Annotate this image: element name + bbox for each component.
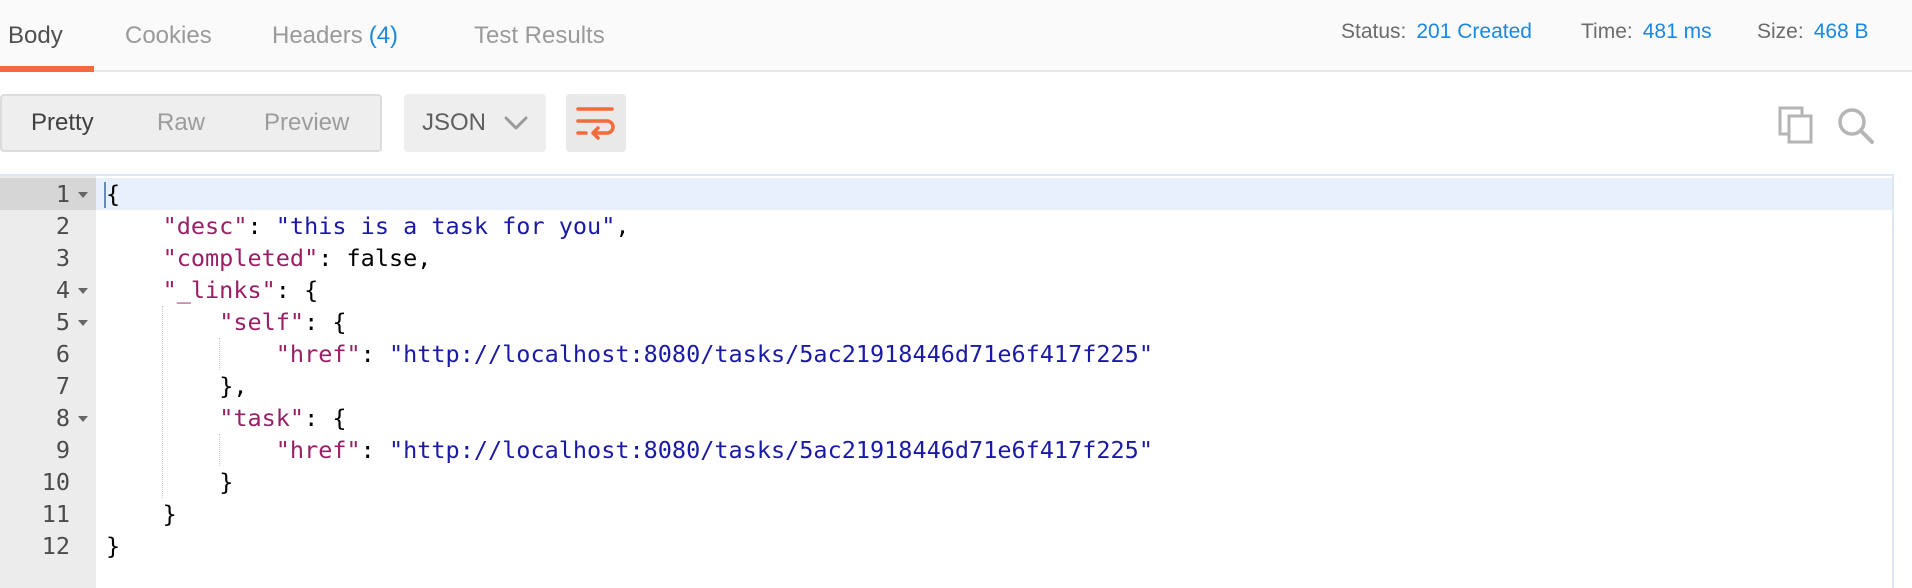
code-line: 6 "href": "http://localhost:8080/tasks/5…: [0, 338, 1892, 370]
copy-icon: [1778, 106, 1813, 144]
line-number: 7: [55, 372, 70, 400]
json-string: "this is a task for you": [275, 212, 616, 240]
wrap-lines-icon: [576, 107, 615, 140]
view-preview-label: Preview: [264, 109, 350, 136]
json-punct: {: [106, 180, 121, 208]
fold-toggle-icon[interactable]: [78, 416, 88, 422]
search-button[interactable]: [1836, 106, 1876, 151]
json-punct: }: [219, 468, 234, 496]
json-punct: : {: [304, 404, 347, 432]
chevron-down-icon: [504, 112, 528, 139]
json-value: : false,: [318, 244, 432, 272]
headers-count-badge: (4): [368, 22, 399, 49]
format-select-value: JSON: [422, 109, 487, 136]
code-line: 8 "task": {: [0, 402, 1892, 434]
view-raw-button[interactable]: Raw: [157, 96, 205, 150]
size-info: Size: 468 B: [1757, 0, 1869, 64]
json-punct: },: [219, 372, 248, 400]
code-line: 1 {: [0, 178, 1892, 210]
json-key: "href": [275, 340, 361, 368]
status-label: Status:: [1341, 20, 1407, 43]
json-string: "http://localhost:8080/tasks/5ac21918446…: [388, 436, 1153, 464]
code-line: 2 "desc": "this is a task for you",: [0, 210, 1892, 242]
fold-toggle-icon[interactable]: [78, 192, 88, 198]
code-line: 12 }: [0, 530, 1892, 562]
line-number: 6: [55, 340, 70, 368]
line-number: 12: [41, 532, 70, 560]
json-punct: : {: [304, 308, 347, 336]
tab-headers-label: Headers: [272, 22, 363, 49]
json-punct: :: [360, 436, 389, 464]
line-number: 11: [41, 500, 70, 528]
json-string: "http://localhost:8080/tasks/5ac21918446…: [388, 340, 1153, 368]
json-punct: :: [247, 212, 276, 240]
code-line: 11 }: [0, 498, 1892, 530]
view-pretty-label: Pretty: [31, 109, 94, 136]
indent-guide: [219, 338, 220, 370]
view-mode-group: Pretty Raw Preview: [0, 94, 382, 152]
view-pretty-button[interactable]: Pretty: [31, 96, 94, 150]
tab-headers[interactable]: Headers (4): [272, 0, 398, 72]
code-line: 5 "self": {: [0, 306, 1892, 338]
json-key: "_links": [162, 276, 276, 304]
tab-test-results-label: Test Results: [474, 22, 605, 49]
code-line: 9 "href": "http://localhost:8080/tasks/5…: [0, 434, 1892, 466]
time-label: Time:: [1581, 20, 1633, 43]
size-value[interactable]: 468 B: [1814, 20, 1869, 44]
json-punct: :: [360, 340, 389, 368]
code-line: 4 "_links": {: [0, 274, 1892, 306]
tab-body-label: Body: [8, 22, 63, 49]
wrap-lines-button[interactable]: [566, 94, 626, 152]
active-tab-indicator: [0, 66, 94, 72]
line-number: 9: [55, 436, 70, 464]
text-cursor: [104, 182, 106, 208]
json-key: "href": [275, 436, 361, 464]
time-value[interactable]: 481 ms: [1643, 20, 1712, 44]
json-key: "completed": [162, 244, 319, 272]
search-icon: [1838, 108, 1874, 144]
code-line: 10 }: [0, 466, 1892, 498]
json-key: "self": [219, 308, 305, 336]
tab-body[interactable]: Body: [8, 0, 63, 72]
size-label: Size:: [1757, 20, 1804, 43]
status-value[interactable]: 201 Created: [1416, 20, 1532, 44]
tab-cookies-label: Cookies: [125, 22, 212, 49]
json-key: "desc": [162, 212, 248, 240]
copy-button[interactable]: [1778, 106, 1816, 149]
json-punct: }: [162, 500, 177, 528]
tab-cookies[interactable]: Cookies: [125, 0, 212, 72]
tab-test-results[interactable]: Test Results: [474, 0, 605, 72]
line-number: 3: [55, 244, 70, 272]
indent-guide: [162, 306, 163, 498]
fold-toggle-icon[interactable]: [78, 320, 88, 326]
fold-toggle-icon[interactable]: [78, 288, 88, 294]
response-body-editor[interactable]: 1 { 2 "desc": "this is a task for you", …: [0, 174, 1894, 588]
line-number: 10: [41, 468, 70, 496]
response-tab-bar: Body Cookies Headers (4) Test Results St…: [0, 0, 1912, 72]
json-punct: ,: [615, 212, 630, 240]
code-line: 3 "completed": false,: [0, 242, 1892, 274]
view-raw-label: Raw: [157, 109, 206, 136]
line-number: 2: [55, 212, 70, 240]
format-select[interactable]: JSON: [404, 94, 546, 152]
indent-guide: [219, 434, 220, 466]
json-punct: : {: [275, 276, 319, 304]
view-preview-button[interactable]: Preview: [264, 96, 349, 150]
status-info: Status: 201 Created: [1341, 0, 1532, 64]
code-line: 7 },: [0, 370, 1892, 402]
json-key: "task": [219, 404, 305, 432]
json-punct: }: [106, 532, 121, 560]
time-info: Time: 481 ms: [1581, 0, 1712, 64]
